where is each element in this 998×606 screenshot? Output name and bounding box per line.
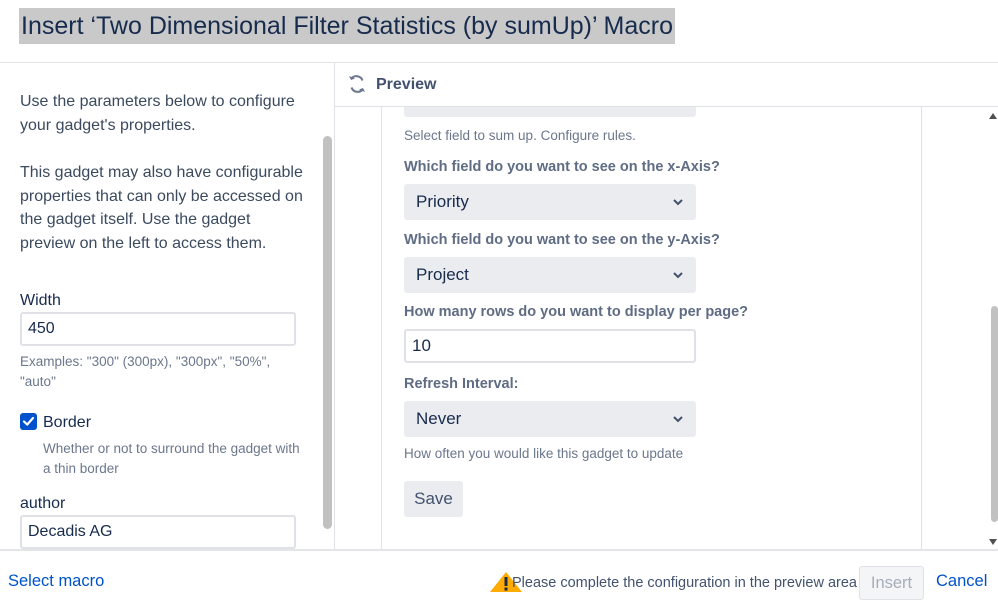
width-hint: Examples: "300" (300px), "300px", "50%",… [20, 354, 271, 389]
dialog-header: Insert ‘Two Dimensional Filter Statistic… [0, 0, 998, 64]
rows-label: How many rows do you want to display per… [404, 304, 749, 320]
chevron-down-icon [673, 416, 683, 423]
left-scrollbar[interactable] [323, 136, 332, 529]
warning-message: Please complete the configuration in the… [512, 575, 885, 591]
scroll-up-arrow-icon[interactable] [988, 110, 998, 122]
check-icon [22, 416, 35, 426]
width-input[interactable]: 450 [20, 312, 296, 346]
dialog-title: Insert ‘Two Dimensional Filter Statistic… [19, 8, 676, 44]
rows-input[interactable]: 10 [404, 329, 696, 363]
border-checkbox[interactable] [20, 413, 37, 430]
macro-parameters-panel[interactable]: Use the parameters below to configure yo… [0, 63, 334, 549]
select-macro-link[interactable]: Select macro [8, 572, 104, 591]
author-input[interactable]: Decadis AG [20, 515, 296, 549]
save-button[interactable]: Save [404, 481, 463, 517]
border-hint: Whether or not to surround the gadget wi… [43, 441, 300, 476]
border-label[interactable]: Border [43, 414, 91, 432]
refresh-interval-label: Refresh Interval: [404, 376, 519, 392]
sum-field-select[interactable] [404, 107, 696, 117]
dialog-footer: Select macro Please complete the configu… [0, 549, 998, 606]
refresh-icon[interactable] [347, 74, 367, 94]
x-axis-select[interactable]: Priority [404, 184, 696, 220]
author-label: author [20, 495, 66, 512]
right-scrollbar[interactable] [991, 306, 998, 522]
refresh-hint: How often you would like this gadget to … [404, 446, 684, 461]
gadget-preview-frame[interactable]: Select field to sum up. Configure rules.… [381, 107, 922, 549]
insert-button[interactable]: Insert [859, 566, 924, 600]
note-text: This gadget may also have configurable p… [20, 164, 303, 252]
intro-text: Use the parameters below to configure yo… [20, 93, 295, 134]
preview-header: Preview [335, 63, 998, 107]
panel-divider [334, 63, 335, 549]
cancel-button[interactable]: Cancel [936, 572, 987, 591]
width-label: Width [20, 292, 61, 309]
preview-label: Preview [376, 76, 437, 93]
y-axis-selected: Project [416, 265, 469, 284]
x-axis-selected: Priority [416, 192, 469, 211]
refresh-interval-select[interactable]: Never [404, 401, 696, 437]
y-axis-label: Which field do you want to see on the y-… [404, 232, 720, 248]
sum-hint: Select field to sum up. Configure rules. [404, 128, 636, 143]
x-axis-label: Which field do you want to see on the x-… [404, 159, 720, 175]
y-axis-select[interactable]: Project [404, 257, 696, 293]
chevron-down-icon [673, 199, 683, 206]
scroll-down-arrow-icon[interactable] [988, 536, 998, 548]
chevron-down-icon [673, 272, 683, 279]
refresh-interval-selected: Never [416, 409, 462, 428]
